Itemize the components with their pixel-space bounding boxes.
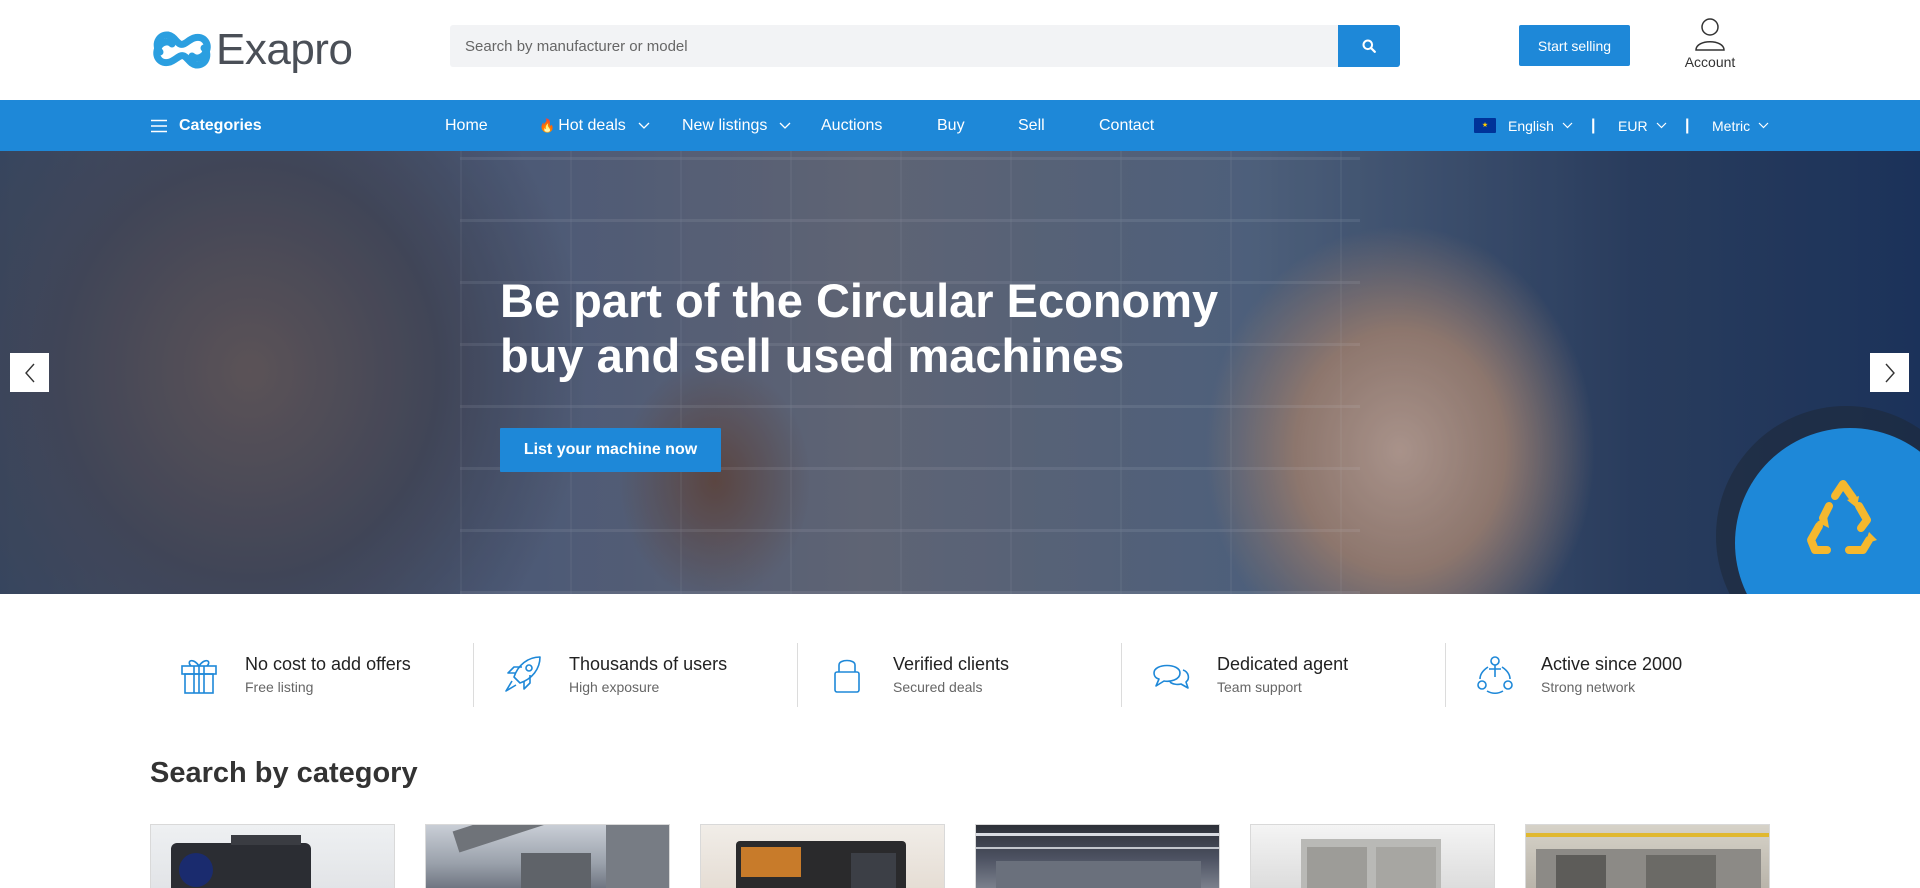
category-card[interactable] <box>1250 824 1495 888</box>
nav-item-label: Contact <box>1099 116 1155 134</box>
search-button[interactable] <box>1338 25 1400 67</box>
categories-label: Categories <box>179 116 262 134</box>
carousel-next-button[interactable] <box>1870 353 1909 392</box>
gift-icon <box>181 659 217 694</box>
section-title: Search by category <box>150 757 418 789</box>
nav-item-label: Buy <box>937 116 965 134</box>
feature-subtitle: Free listing <box>245 679 314 695</box>
flame-icon: 🔥 <box>539 117 556 133</box>
hero-title: Be part of the Circular Economy buy and … <box>500 273 1300 383</box>
search-input[interactable] <box>450 25 1338 67</box>
chevron-down-icon <box>779 122 791 129</box>
feature-title: Dedicated agent <box>1217 654 1349 674</box>
feature-item: Verified clients Secured deals <box>798 643 1123 707</box>
nav-item-label: Hot deals <box>558 116 626 134</box>
category-image <box>976 825 1219 888</box>
lock-icon <box>834 659 860 693</box>
chevron-left-icon <box>24 363 35 382</box>
category-image <box>1251 825 1494 888</box>
search-bar <box>450 25 1400 67</box>
feature-title: Active since 2000 <box>1541 654 1683 674</box>
category-image <box>701 825 944 888</box>
chevron-down-icon <box>1562 122 1573 129</box>
recycle-icon <box>1807 480 1877 554</box>
feature-item: Thousands of users High exposure <box>474 643 799 707</box>
currency-selector[interactable]: EUR <box>1618 100 1667 151</box>
feature-subtitle: Secured deals <box>893 679 983 695</box>
nav-separator: | <box>1591 116 1596 134</box>
category-image <box>1526 825 1769 888</box>
main-nav: Categories Home 🔥 Hot deals New listings… <box>0 100 1920 151</box>
chat-icon <box>1153 664 1190 689</box>
feature-title: No cost to add offers <box>245 654 411 674</box>
nav-item-label: New listings <box>682 116 768 134</box>
feature-subtitle: Strong network <box>1541 679 1636 695</box>
chevron-right-icon <box>1884 363 1895 382</box>
nav-item-hot-deals[interactable]: 🔥 Hot deals <box>539 100 650 151</box>
category-card[interactable] <box>1525 824 1770 888</box>
units-selector[interactable]: Metric <box>1712 100 1769 151</box>
category-card[interactable] <box>425 824 670 888</box>
features-strip: No cost to add offers Free listing Thous… <box>150 643 1770 707</box>
account-button[interactable]: Account <box>1680 17 1740 70</box>
hero-banner: Be part of the Circular Economy buy and … <box>0 151 1920 594</box>
list-machine-button[interactable]: List your machine now <box>500 428 721 472</box>
hamburger-icon <box>151 119 167 132</box>
feature-item: Active since 2000 Strong network <box>1446 643 1771 707</box>
account-label: Account <box>1684 54 1736 70</box>
nav-separator: | <box>1685 116 1690 134</box>
units-label: Metric <box>1712 117 1751 134</box>
user-icon <box>1695 18 1725 51</box>
category-card[interactable] <box>150 824 395 888</box>
feature-item: No cost to add offers Free listing <box>150 643 475 707</box>
categories-menu-button[interactable]: Categories <box>150 100 262 151</box>
carousel-prev-button[interactable] <box>10 353 49 392</box>
feature-subtitle: Team support <box>1217 679 1302 695</box>
eu-flag-icon <box>1474 118 1496 133</box>
hero-title-line: Be part of the Circular Economy <box>500 274 1219 327</box>
feature-subtitle: High exposure <box>569 679 660 695</box>
feature-title: Verified clients <box>893 654 1010 674</box>
language-selector[interactable]: English <box>1474 100 1573 151</box>
nav-item-label: Auctions <box>821 116 883 134</box>
rocket-icon <box>505 656 541 692</box>
nav-item-auctions[interactable]: Auctions <box>821 100 882 151</box>
logo-mark-icon <box>153 31 211 69</box>
site-header: Exapro Start selling Account <box>0 0 1920 100</box>
chevron-down-icon <box>1758 122 1769 129</box>
language-label: English <box>1508 117 1554 134</box>
nav-item-label: Home <box>445 116 488 134</box>
hero-title-line: buy and sell used machines <box>500 329 1125 382</box>
nav-item-buy[interactable]: Buy <box>937 100 965 151</box>
category-image <box>426 825 669 888</box>
nav-item-sell[interactable]: Sell <box>1018 100 1045 151</box>
category-image <box>151 825 394 888</box>
nav-item-label: Sell <box>1018 116 1045 134</box>
feature-item: Dedicated agent Team support <box>1122 643 1447 707</box>
exapro-logo[interactable]: Exapro <box>150 25 353 74</box>
start-selling-button[interactable]: Start selling <box>1519 25 1630 66</box>
nav-item-home[interactable]: Home <box>445 100 488 151</box>
network-icon <box>1477 656 1513 695</box>
nav-item-contact[interactable]: Contact <box>1099 100 1154 151</box>
chevron-down-icon <box>638 122 650 129</box>
category-card[interactable] <box>975 824 1220 888</box>
feature-title: Thousands of users <box>569 654 728 674</box>
category-card[interactable] <box>700 824 945 888</box>
logo-text: Exapro <box>216 25 353 74</box>
search-icon <box>1362 39 1376 53</box>
currency-label: EUR <box>1618 117 1648 134</box>
chevron-down-icon <box>1656 122 1666 129</box>
nav-item-new-listings[interactable]: New listings <box>682 100 791 151</box>
